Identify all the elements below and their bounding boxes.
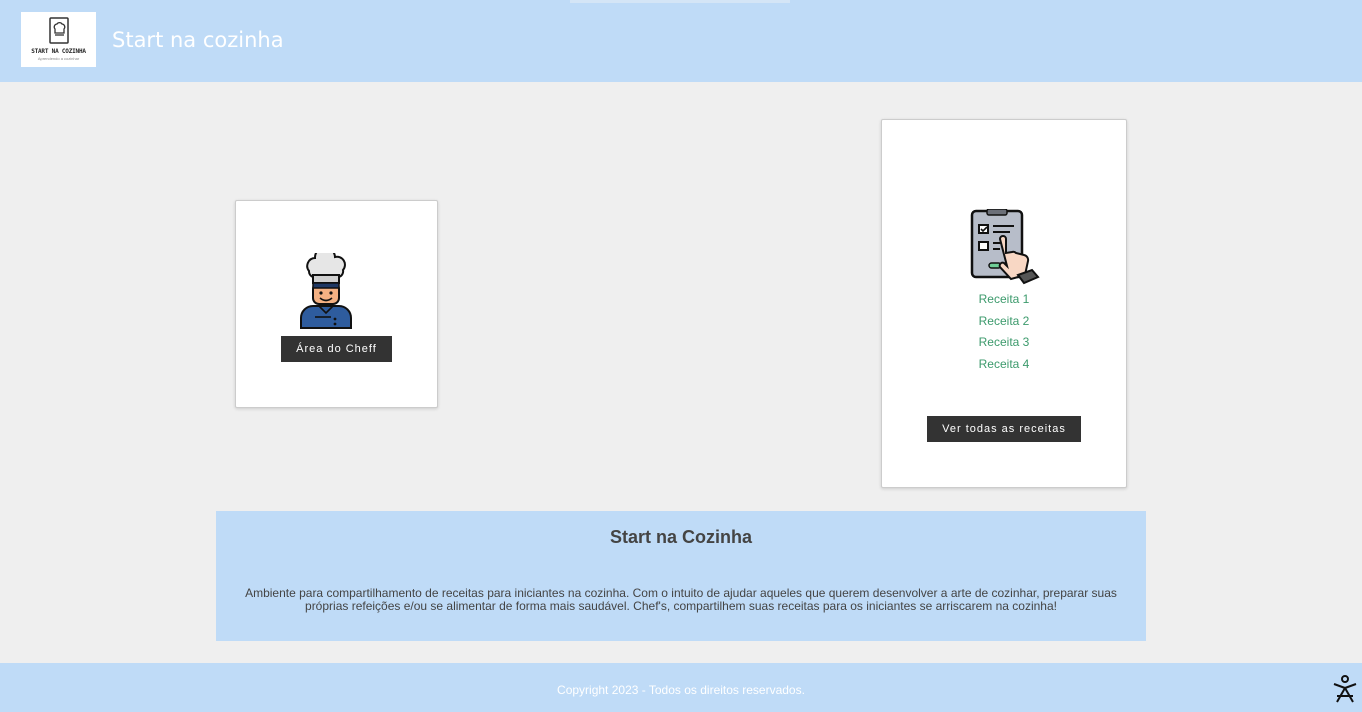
recipe-link-4[interactable]: Receita 4 — [882, 356, 1126, 378]
recipe-link-1[interactable]: Receita 1 — [882, 291, 1126, 313]
recipe-list: Receita 1 Receita 2 Receita 3 Receita 4 — [882, 291, 1126, 377]
about-text: Ambiente para compartilhamento de receit… — [245, 586, 1117, 613]
chef-area-card: Área do Cheff — [235, 200, 438, 408]
header-highlight — [570, 0, 790, 3]
recipes-card: Receita 1 Receita 2 Receita 3 Receita 4 … — [881, 119, 1127, 488]
recipe-checklist-icon — [970, 209, 1040, 285]
recipe-link-3[interactable]: Receita 3 — [882, 334, 1126, 356]
copyright-text: Copyright 2023 - Todos os direitos reser… — [557, 683, 805, 697]
recipe-link-2[interactable]: Receita 2 — [882, 313, 1126, 335]
site-header: START NA COZINHA Aprendendo a cozinhar S… — [0, 0, 1362, 82]
cookbook-logo-icon — [49, 17, 69, 44]
about-title: Start na Cozinha — [609, 527, 752, 547]
about-section: Start na Cozinha Ambiente para compartil… — [216, 511, 1146, 641]
logo-title: START NA COZINHA — [31, 48, 86, 55]
site-footer: Copyright 2023 - Todos os direitos reser… — [0, 663, 1362, 712]
accessibility-icon[interactable] — [1331, 674, 1359, 704]
site-logo[interactable]: START NA COZINHA Aprendendo a cozinhar — [21, 12, 96, 67]
view-all-recipes-button[interactable]: Ver todas as receitas — [927, 416, 1081, 442]
site-title[interactable]: Start na cozinha — [112, 28, 284, 52]
chef-icon — [300, 253, 352, 329]
logo-subtitle: Aprendendo a cozinhar — [37, 56, 80, 61]
chef-area-button[interactable]: Área do Cheff — [281, 336, 392, 362]
